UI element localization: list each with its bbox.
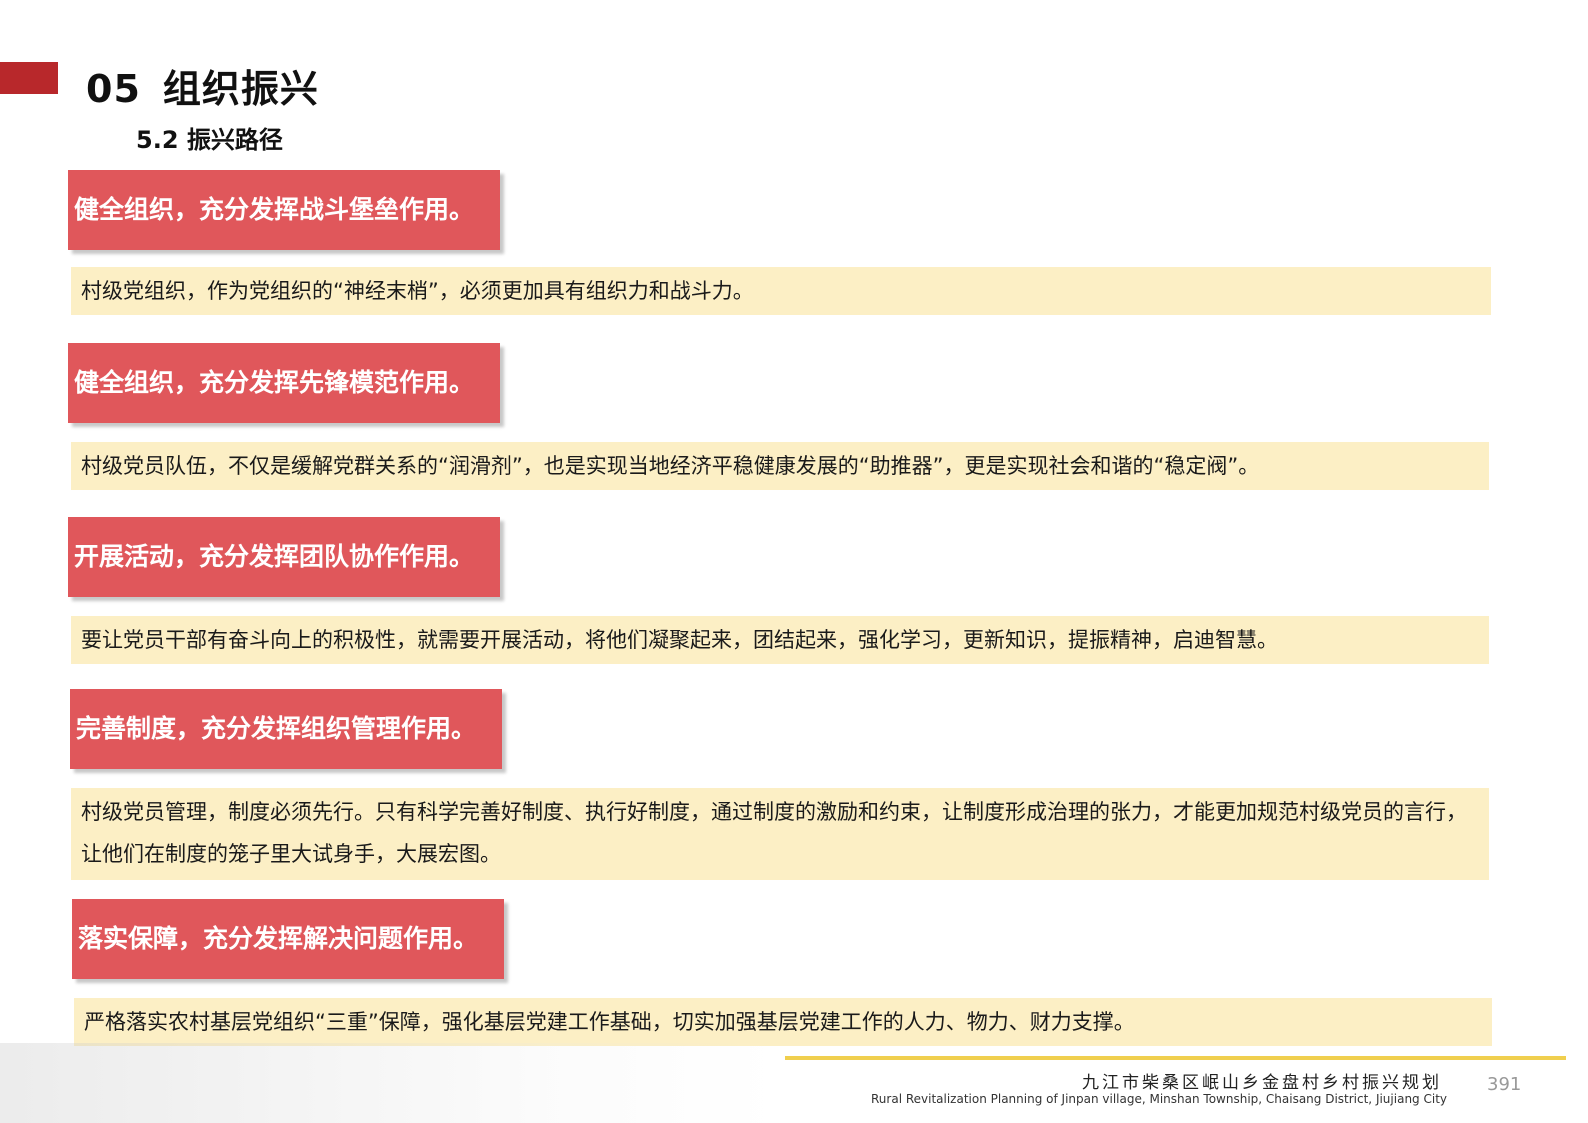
section-title-text: 组织振兴 <box>162 67 319 111</box>
bottom-decoration <box>0 1043 780 1123</box>
heading-box-4: 完善制度，充分发挥组织管理作用。 <box>70 689 502 769</box>
footer-title-cn: 九江市柴桑区岷山乡金盘村乡村振兴规划 <box>1082 1073 1442 1093</box>
section-number: 05 <box>86 67 141 111</box>
heading-box-3: 开展活动，充分发挥团队协作作用。 <box>68 517 500 597</box>
paragraph-box-4: 村级党员管理，制度必须先行。只有科学完善好制度、执行好制度，通过制度的激励和约束… <box>71 788 1489 880</box>
paragraph-box-2: 村级党员队伍，不仅是缓解党群关系的“润滑剂”，也是实现当地经济平稳健康发展的“助… <box>71 442 1489 490</box>
subsection-title: 5.2 振兴路径 <box>136 126 283 154</box>
section-accent-bar <box>0 62 58 94</box>
heading-box-1: 健全组织，充分发挥战斗堡垒作用。 <box>68 170 500 250</box>
heading-box-5: 落实保障，充分发挥解决问题作用。 <box>72 899 504 979</box>
footer-title-en: Rural Revitalization Planning of Jinpan … <box>871 1092 1447 1106</box>
section-title: 05 组织振兴 <box>86 58 319 113</box>
heading-box-2: 健全组织，充分发挥先锋模范作用。 <box>68 343 500 423</box>
page-number: 391 <box>1487 1074 1522 1095</box>
paragraph-box-3: 要让党员干部有奋斗向上的积极性，就需要开展活动，将他们凝聚起来，团结起来，强化学… <box>71 616 1489 664</box>
footer-rule <box>785 1056 1566 1060</box>
paragraph-box-5: 严格落实农村基层党组织“三重”保障，强化基层党建工作基础，切实加强基层党建工作的… <box>74 998 1492 1046</box>
paragraph-box-1: 村级党组织，作为党组织的“神经末梢”，必须更加具有组织力和战斗力。 <box>71 267 1491 315</box>
